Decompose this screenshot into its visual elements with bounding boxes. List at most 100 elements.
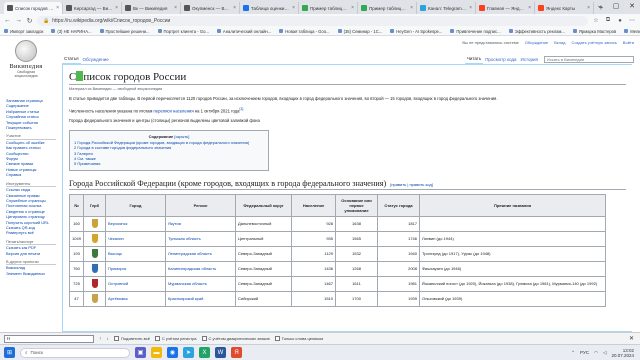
- bookmark-item[interactable]: Импорт закладок: [4, 29, 43, 34]
- coat-of-arms-icon[interactable]: [91, 294, 98, 304]
- city-link[interactable]: Приморск: [108, 266, 126, 271]
- browser-tab[interactable]: Таблица оценки эффекти...×: [240, 2, 299, 14]
- browser-tab[interactable]: Пример таблицы закупки...×: [299, 2, 358, 14]
- forward-icon[interactable]: →: [15, 17, 22, 24]
- coat-of-arms-icon[interactable]: [91, 264, 98, 274]
- column-header[interactable]: №: [69, 193, 84, 217]
- close-window-icon[interactable]: ✕: [624, 0, 640, 14]
- tab-history[interactable]: История: [519, 54, 540, 64]
- browser-tab[interactable]: Яндекс Карты ×: [535, 2, 594, 14]
- region-link[interactable]: Мурманская область: [168, 281, 207, 286]
- tab-read[interactable]: Читать: [464, 54, 484, 64]
- profile-icon[interactable]: ●: [616, 18, 624, 24]
- sidebar-link[interactable]: Элемент Викиданных: [6, 271, 56, 276]
- star-icon[interactable]: ☆: [592, 17, 600, 24]
- city-link[interactable]: Чекалин: [108, 236, 124, 241]
- bookmark-item[interactable]: (35) Семинар - 1С...: [337, 29, 382, 34]
- maximize-icon[interactable]: ▢: [608, 0, 624, 14]
- bookmark-item[interactable]: Привлечение подпис...: [450, 29, 501, 34]
- bookmark-item[interactable]: Новая таблица - Goo...: [279, 29, 330, 34]
- personal-talk-link[interactable]: Обсуждение: [525, 40, 548, 45]
- tab-close-icon[interactable]: ×: [115, 5, 118, 11]
- region-link[interactable]: Якутия: [168, 221, 181, 226]
- city-link[interactable]: Верхоянск: [108, 221, 127, 226]
- column-header[interactable]: Основание или первое упоминание: [335, 193, 378, 217]
- tab-close-icon[interactable]: ×: [292, 5, 295, 11]
- minimize-icon[interactable]: –: [592, 0, 608, 14]
- tab-view-code[interactable]: Просмотр кода: [483, 54, 518, 64]
- volume-icon[interactable]: ◁: [603, 350, 606, 356]
- toc-hide-link[interactable]: [скрыть]: [174, 134, 189, 139]
- sidebar-link[interactable]: Справка: [6, 172, 56, 177]
- clock[interactable]: 13:02 20.07.2024: [611, 348, 634, 358]
- personal-contrib-link[interactable]: Вклад: [554, 40, 565, 45]
- toc-item[interactable]: 5 Примечания: [74, 161, 264, 166]
- column-header[interactable]: Население: [291, 193, 336, 217]
- menu-icon[interactable]: ⋯: [628, 17, 636, 24]
- start-icon[interactable]: ⊞: [4, 347, 15, 358]
- bookmark-item[interactable]: Портрет клиента - Go...: [157, 29, 209, 34]
- url-field[interactable]: 🔒 https://ru.wikipedia.org/wiki/Список_г…: [37, 15, 588, 26]
- wikipedia-logo[interactable]: Википедия Свободная энциклопедия: [6, 40, 46, 92]
- close-find-icon[interactable]: ✕: [629, 335, 634, 342]
- region-link[interactable]: Калининградская область: [168, 266, 216, 271]
- tab-close-icon[interactable]: ×: [174, 5, 177, 11]
- taskview-icon[interactable]: ▣: [135, 347, 146, 358]
- region-link[interactable]: Тульская область: [168, 236, 201, 241]
- region-link[interactable]: Ленинградская область: [168, 251, 212, 256]
- diacritics-checkbox[interactable]: С учётом диакритических знаков: [201, 336, 270, 341]
- yandex-icon[interactable]: Я: [231, 347, 242, 358]
- coat-of-arms-icon[interactable]: [91, 249, 98, 259]
- extensions-icon[interactable]: ⧉: [604, 17, 612, 24]
- chevron-up-icon[interactable]: ⌃: [571, 350, 575, 356]
- tab-discussion[interactable]: Обсуждение: [81, 54, 111, 64]
- browser-tab[interactable]: Окупменск — Википедия×: [181, 2, 240, 14]
- column-header[interactable]: Статус города: [377, 193, 420, 217]
- city-link[interactable]: Артёмовск: [108, 296, 128, 301]
- reload-icon[interactable]: ↻: [26, 17, 33, 25]
- tab-close-icon[interactable]: ×: [528, 5, 531, 11]
- sidebar-link[interactable]: Пожертвовать: [6, 125, 56, 130]
- section-edit-link[interactable]: [править | править код]: [390, 182, 433, 187]
- taskbar-search[interactable]: ⌕ Поиск: [20, 347, 130, 358]
- find-prev-button[interactable]: ↑: [99, 336, 102, 342]
- browser-tab[interactable]: Кирсаргад — Википедия×: [63, 2, 122, 14]
- coat-of-arms-icon[interactable]: [91, 234, 98, 244]
- create-account-link[interactable]: Создать учётную запись: [571, 40, 616, 45]
- sidebar-link[interactable]: Версия для печати: [6, 251, 56, 256]
- tab-close-icon[interactable]: ×: [351, 5, 354, 11]
- telegram-icon[interactable]: ➤: [183, 347, 194, 358]
- back-icon[interactable]: ←: [4, 17, 11, 24]
- region-link[interactable]: Красноярский край: [168, 296, 203, 301]
- match-case-checkbox[interactable]: С учётом регистра: [154, 336, 197, 341]
- bookmark-item[interactable]: Аналитический онлайн...: [216, 29, 271, 34]
- coat-of-arms-icon[interactable]: [91, 219, 98, 229]
- explorer-icon[interactable]: ▬: [151, 347, 162, 358]
- highlight-all-checkbox[interactable]: Подсветить всё: [114, 336, 150, 341]
- bookmark-item[interactable]: Простейшие решени...: [99, 29, 150, 34]
- find-input[interactable]: Н: [4, 334, 94, 343]
- sidebar-link[interactable]: Развернуть всё: [6, 230, 56, 235]
- bookmark-item[interactable]: Мелкий Свадебник: [624, 29, 640, 34]
- tab-close-icon[interactable]: ×: [410, 5, 413, 11]
- login-link[interactable]: Войти: [623, 40, 634, 45]
- tab-close-icon[interactable]: ×: [469, 5, 472, 11]
- browser-tab[interactable]: Вк — Википедия ×: [122, 2, 181, 14]
- bookmark-item[interactable]: HeyGen - AI Spokespe...: [390, 29, 442, 34]
- browser-icon[interactable]: ◉: [167, 347, 178, 358]
- language-indicator[interactable]: РУС: [580, 350, 589, 355]
- browser-tab[interactable]: Пример таблицы для рас...×: [358, 2, 417, 14]
- browser-tab[interactable]: Канал: Telegram-канал о...×: [417, 2, 476, 14]
- tab-article[interactable]: Статья: [62, 54, 81, 64]
- browser-tab[interactable]: Список городов России×: [4, 2, 63, 14]
- column-header[interactable]: Город: [105, 193, 166, 217]
- census-link[interactable]: переписи населения: [154, 108, 194, 113]
- tab-close-icon[interactable]: ×: [233, 5, 236, 11]
- tab-close-icon[interactable]: ×: [587, 5, 590, 11]
- word-icon[interactable]: W: [215, 347, 226, 358]
- bookmark-item[interactable]: Эффективность реклам...: [508, 29, 565, 34]
- browser-tab[interactable]: Главная — Яндекс ×: [476, 2, 535, 14]
- bookmark-item[interactable]: (3) НЕ НАРИНА...: [51, 29, 92, 34]
- city-link[interactable]: Островной: [108, 281, 128, 286]
- bookmark-item[interactable]: Ярмарка Мастеров: [572, 29, 616, 34]
